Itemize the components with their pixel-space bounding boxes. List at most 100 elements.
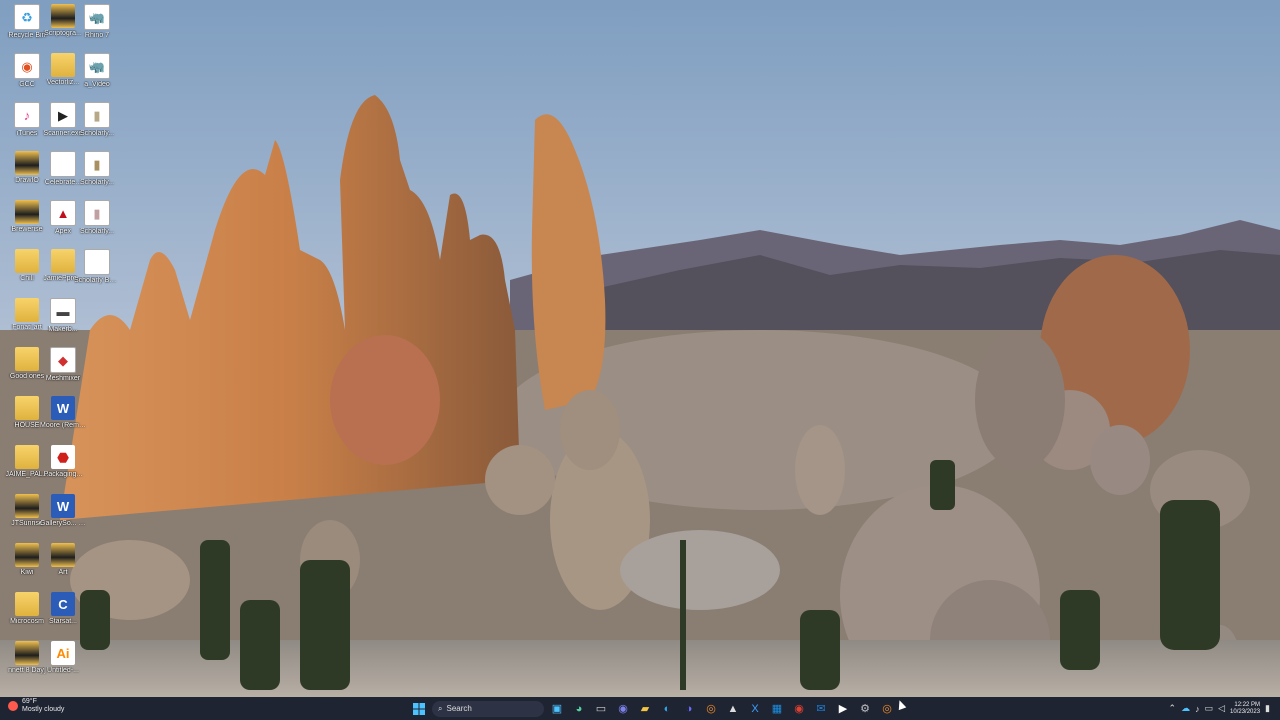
clock[interactable]: 12:22 PM 10/23/2023 (1230, 702, 1260, 716)
taskbar-app-button[interactable]: ◎ (702, 700, 720, 718)
chat-icon: ◉ (618, 703, 628, 715)
clock-time: 12:22 PM (1234, 701, 1261, 708)
meshmixer-icon: ◆ (50, 347, 76, 373)
folder-icon (15, 494, 39, 518)
folder-icon (15, 592, 39, 616)
taskbar-app-button[interactable]: ▶ (834, 700, 852, 718)
notification-icon[interactable]: ▮ (1265, 703, 1270, 714)
taskbar-app-button[interactable]: ▣ (548, 700, 566, 718)
taskbar-app-button[interactable]: ✉ (812, 700, 830, 718)
desktop-icon-label: a_Video (84, 81, 110, 88)
document-icon (84, 249, 110, 275)
folder-icon (51, 53, 75, 77)
taskbar-app-button[interactable]: ▰ (636, 700, 654, 718)
app-icon: ▬ (50, 298, 76, 324)
illustrator-icon: Ai (51, 641, 75, 665)
desktop-icon[interactable]: ◆ Meshmixer (40, 345, 86, 393)
document-icon (50, 151, 76, 177)
chrome-icon: ◉ (794, 703, 804, 715)
weather-description: Mostly cloudy (22, 706, 65, 713)
desktop-icon[interactable]: 🦏 Rhino 7 (74, 2, 120, 50)
weather-widget[interactable]: 69°F Mostly cloudy (8, 698, 64, 714)
search-icon: ⌕ (438, 703, 443, 713)
taskbar-app-button[interactable]: ◑ (680, 700, 698, 718)
itunes-icon: ♪ (14, 102, 40, 128)
desktop-wallpaper (0, 0, 1280, 697)
desktop-icon-label: Moore (Remodel)... (40, 422, 86, 429)
chevron-up-icon[interactable]: ⌃ (1169, 703, 1177, 714)
desktop-icon[interactable]: Ai Untitled-... (40, 639, 86, 687)
rhino-icon: 🦏 (84, 53, 110, 79)
taskbar-app-button[interactable]: ▭ (592, 700, 610, 718)
search-label: Search (446, 704, 472, 713)
desktop-icon[interactable]: ⬣ Packaging... (40, 443, 86, 491)
taskbar-app-button[interactable]: ◉ (614, 700, 632, 718)
taskbar-app-button[interactable]: ▲ (724, 700, 742, 718)
start-button[interactable] (410, 700, 428, 718)
taskbar-app-button[interactable]: X (746, 700, 764, 718)
desktop-icon-label: Packaging... (43, 471, 83, 478)
volume-icon[interactable]: ◁ (1218, 703, 1225, 714)
folder-icon (15, 396, 39, 420)
word-doc-icon: W (51, 396, 75, 420)
desktop-icon-label: GallerySo... Huntley.d... (40, 520, 86, 527)
taskbar-app-button[interactable]: ◐ (658, 700, 676, 718)
desktop-icon[interactable]: ▮ Scholarly... (74, 198, 120, 246)
weather-temperature: 69°F (22, 698, 37, 705)
taskbar-app-button[interactable]: ◉ (790, 700, 808, 718)
recycle-bin-icon: ♻ (14, 4, 40, 30)
desktop-icon-label: Scholarly... (79, 130, 115, 137)
copilot-icon: ◕ (575, 702, 583, 715)
desktop-icon-label: Rhino 7 (84, 32, 110, 39)
rhino-icon: 🦏 (84, 4, 110, 30)
folder-icon (15, 641, 39, 665)
desktop-icon[interactable]: C Starsat... (40, 590, 86, 638)
image-icon: ▮ (84, 151, 110, 177)
desktop-icon[interactable]: 🦏 a_Video (74, 51, 120, 99)
folder-icon (15, 200, 39, 224)
desktop-icon-label: Untitled-... (47, 667, 79, 674)
desktop-icon[interactable]: W Moore (Remodel)... (40, 394, 86, 442)
desktop-icon[interactable]: Art (40, 541, 86, 589)
clock-date: 10/23/2023 (1230, 708, 1261, 715)
desktop-icon[interactable]: ▮ Scholarly... (74, 149, 120, 197)
blender-icon: ◎ (706, 703, 716, 715)
vscode-icon: X (751, 702, 759, 715)
desktop-icon-label: Meshmixer (45, 375, 81, 382)
taskbar-app-button[interactable]: ▦ (768, 700, 786, 718)
desktop-icon[interactable]: Scholarly Background... (74, 247, 120, 295)
network-icon[interactable]: ▭ (1205, 703, 1214, 714)
system-tray: ⌃ ☁ ♪ ▭ ◁ 12:22 PM 10/23/2023 ▮ (1169, 698, 1270, 719)
desktop-icon-label: Makerb... (48, 326, 78, 333)
folder-icon (51, 4, 75, 28)
folder-icon (15, 347, 39, 371)
desktop-icon[interactable]: ▮ Scholarly... (74, 100, 120, 148)
taskbar-app-button[interactable]: ◎ (878, 700, 896, 718)
folder-icon (15, 249, 39, 273)
onedrive-icon[interactable]: ☁ (1181, 703, 1190, 714)
desktop-icon-label: Art (58, 569, 68, 576)
desktop-icon[interactable]: ▬ Makerb... (40, 296, 86, 344)
desktop-icon-label: Scholarly... (79, 179, 115, 186)
desktop-icon-label: Scholarly Background... (74, 277, 120, 284)
pdf-icon: ⬣ (51, 445, 75, 469)
microphone-icon[interactable]: ♪ (1195, 704, 1200, 714)
desktop-icon[interactable]: W GallerySo... Huntley.d... (40, 492, 86, 540)
rhino-icon: ▲ (727, 702, 739, 715)
word-doc-icon: W (51, 494, 75, 518)
gcc-icon: ◉ (14, 53, 40, 79)
wallpaper-landscape (0, 0, 1280, 697)
taskbar-search-box[interactable]: ⌕ Search (432, 700, 544, 717)
taskbar-app-button[interactable]: ◕ (570, 700, 588, 718)
windows-icon (413, 702, 425, 715)
desktop-icon-label: Scholarly... (79, 228, 115, 235)
desktop-icon-label: Starsat... (48, 618, 77, 625)
apex-icon: ▲ (50, 200, 76, 226)
app-icon: ◑ (685, 702, 693, 715)
folder-icon (15, 298, 39, 322)
folder-icon (15, 445, 39, 469)
folder-icon (51, 543, 75, 567)
image-icon: ▮ (84, 200, 110, 226)
taskbar-app-button[interactable]: ⚙ (856, 700, 874, 718)
edge-icon: ◐ (663, 702, 671, 715)
